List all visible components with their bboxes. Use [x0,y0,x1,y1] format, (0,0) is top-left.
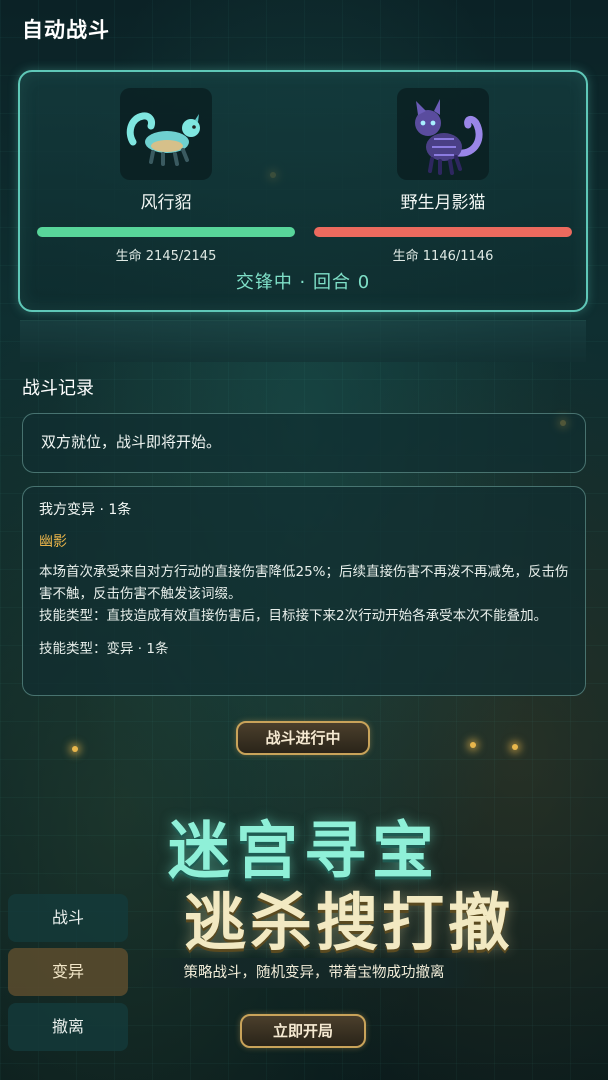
tab-mutation[interactable]: 变异 [8,948,128,996]
promo-subtitle: 策略战斗，随机变异，带着宝物成功撤离 [138,958,490,988]
player-hp-text: 生命 2145/2145 [115,249,217,264]
tab-battle[interactable]: 战斗 [8,894,128,942]
mutation-panel[interactable]: 我方变异 · 1条 幽影 本场首次承受来自对方行动的直接伤害降低25%；后续直接… [22,486,586,696]
page-title: 自动战斗 [22,18,110,42]
promo-title-2: 逃杀搜打撤 [183,886,514,959]
enemy-hp-text: 生命 1146/1146 [392,249,494,264]
mutation-footer: 技能类型：变异 · 1条 [39,641,169,657]
enemy-fighter: 野生月影猫 生命 1146/1146 [313,88,573,264]
battle-in-progress-button[interactable]: 战斗进行中 [236,721,370,755]
player-name: 风行貂 [140,193,192,213]
enemy-name: 野生月影猫 [400,193,486,213]
mutation-description: 本场首次承受来自对方行动的直接伤害降低25%；后续直接伤害不再泼不再减免，反击伤… [39,564,569,602]
player-hp-bar [37,227,295,237]
mutation-description-2: 技能类型：直技造成有效直接伤害后，目标接下来2次行动开始各承受本次不能叠加。 [39,608,548,624]
mutation-header: 我方变异 · 1条 [39,502,132,518]
player-fighter: 风行貂 生命 2145/2145 [36,88,296,264]
battle-log-title: 战斗记录 [22,378,94,399]
enemy-hp-bar [314,227,572,237]
torch-light [72,746,78,752]
ferret-portrait-icon [120,88,212,180]
torch-light [512,744,518,750]
divider-strip [20,320,586,362]
tab-evacuate[interactable]: 撤离 [8,1003,128,1051]
log-entry-text: 双方就位，战斗即将开始。 [41,433,222,451]
start-game-button[interactable]: 立即开局 [240,1014,366,1048]
battle-log-entry: 双方就位，战斗即将开始。 [22,413,586,473]
cat-portrait-icon [397,88,489,180]
torch-light [470,742,476,748]
battle-card: 风行貂 生命 2145/2145 野生月影猫 生命 1146/1146 交锋中 … [18,70,588,312]
mutation-name: 幽影 [39,534,67,550]
battle-status: 交锋中 · 回合 0 [235,272,371,293]
